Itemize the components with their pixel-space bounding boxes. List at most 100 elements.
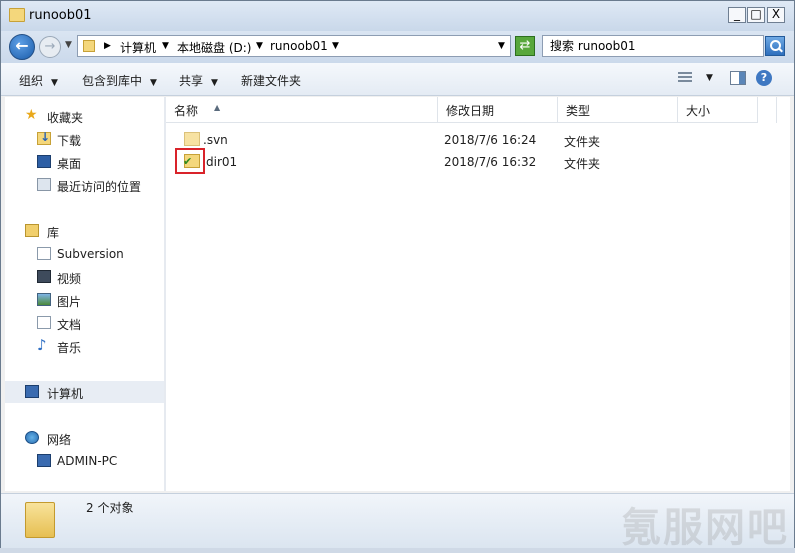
- nav-network-label: 网络: [47, 433, 72, 447]
- video-icon: [37, 270, 51, 283]
- nav-item-videos[interactable]: 视频: [5, 266, 164, 288]
- nav-item-label: 音乐: [57, 341, 82, 355]
- chevron-down-icon[interactable]: ▼: [256, 41, 263, 51]
- file-name: .svn: [203, 133, 228, 147]
- nav-favorites[interactable]: ★ 收藏夹: [5, 105, 164, 127]
- nav-computer-label: 计算机: [47, 387, 84, 401]
- library-icon: [25, 224, 39, 237]
- nav-item-label: 下载: [57, 134, 82, 148]
- nav-item-admin-pc[interactable]: ADMIN-PC: [5, 450, 164, 472]
- column-type-label: 类型: [566, 104, 591, 118]
- highlight-box: [175, 148, 205, 174]
- column-header-name[interactable]: 名称 ▲: [166, 97, 438, 123]
- column-date-label: 修改日期: [446, 104, 495, 118]
- recent-places-icon: [37, 178, 51, 191]
- star-icon: ★: [25, 107, 38, 123]
- column-header-size[interactable]: 大小: [678, 97, 758, 123]
- nav-item-label: 桌面: [57, 157, 82, 171]
- chevron-down-icon[interactable]: ▼: [706, 73, 713, 83]
- file-list: 名称 ▲ 修改日期 类型 大小 .svn 2018/7/6 16:24 文件夹 …: [166, 97, 790, 491]
- view-options-icon[interactable]: [678, 72, 692, 84]
- nav-item-label: 文档: [57, 318, 82, 332]
- include-in-library-label: 包含到库中: [82, 74, 143, 88]
- window-title: runoob01: [29, 8, 92, 23]
- preview-pane-button[interactable]: [730, 71, 746, 85]
- nav-item-downloads[interactable]: 下载: [5, 128, 164, 150]
- breadcrumb-folder[interactable]: runoob01: [270, 39, 328, 53]
- column-header-type[interactable]: 类型: [558, 97, 678, 123]
- close-button[interactable]: X: [767, 7, 785, 23]
- nav-item-subversion[interactable]: Subversion: [5, 243, 164, 265]
- nav-item-music[interactable]: ♪ 音乐: [5, 335, 164, 357]
- breadcrumb-computer[interactable]: 计算机: [120, 39, 156, 56]
- nav-network[interactable]: 网络: [5, 427, 164, 449]
- forward-button[interactable]: →: [39, 36, 61, 58]
- nav-item-label: 视频: [57, 272, 82, 286]
- computer-icon: [25, 385, 39, 398]
- address-bar[interactable]: ▶ 计算机 ▼ 本地磁盘 (D:) ▼ runoob01 ▼ ▼: [77, 35, 511, 57]
- breadcrumb-drive[interactable]: 本地磁盘 (D:): [177, 39, 251, 56]
- document-icon: [37, 316, 51, 329]
- column-size-label: 大小: [686, 104, 711, 118]
- nav-item-label: 图片: [57, 295, 82, 309]
- recent-pages-dropdown[interactable]: ▼: [65, 40, 72, 50]
- share-menu[interactable]: 共享 ▼: [179, 72, 218, 89]
- refresh-button[interactable]: ⇄: [515, 36, 535, 56]
- file-date: 2018/7/6 16:24: [444, 133, 537, 147]
- nav-item-documents[interactable]: 文档: [5, 312, 164, 334]
- new-folder-button[interactable]: 新建文件夹: [241, 72, 301, 89]
- file-type: 文件夹: [564, 157, 601, 171]
- search-input[interactable]: [550, 37, 760, 55]
- title-bar: runoob01 _ □ X: [1, 1, 794, 31]
- chevron-right-icon[interactable]: ▶: [104, 41, 111, 51]
- chevron-down-icon[interactable]: ▼: [332, 41, 339, 51]
- chevron-down-icon: ▼: [150, 78, 157, 88]
- nav-favorites-label: 收藏夹: [47, 111, 84, 125]
- file-date: 2018/7/6 16:32: [444, 155, 537, 169]
- search-box[interactable]: [542, 35, 764, 57]
- file-type: 文件夹: [564, 135, 601, 149]
- explorer-window: runoob01 _ □ X ← → ▼ ▶ 计算机 ▼ 本地磁盘 (D:) ▼…: [0, 0, 795, 551]
- share-label: 共享: [179, 74, 204, 88]
- watermark: 氪服网吧: [621, 505, 789, 551]
- file-row[interactable]: .svn 2018/7/6 16:24 文件夹: [166, 129, 776, 151]
- picture-icon: [37, 293, 51, 306]
- file-row[interactable]: dir01 2018/7/6 16:32 文件夹: [166, 151, 776, 173]
- chevron-down-icon: ▼: [51, 78, 58, 88]
- minimize-button[interactable]: _: [728, 7, 746, 23]
- nav-item-label: 最近访问的位置: [57, 180, 142, 194]
- help-button[interactable]: ?: [756, 70, 772, 86]
- column-name-label: 名称: [174, 104, 199, 118]
- organize-menu[interactable]: 组织 ▼: [19, 72, 58, 89]
- file-name: dir01: [206, 155, 238, 169]
- address-history-dropdown[interactable]: ▼: [498, 41, 505, 51]
- desktop-icon: [37, 155, 51, 168]
- maximize-button[interactable]: □: [747, 7, 765, 23]
- nav-item-desktop[interactable]: 桌面: [5, 151, 164, 173]
- music-note-icon: ♪: [37, 336, 47, 354]
- svn-folder-icon: [184, 132, 200, 146]
- document-library-icon: [37, 247, 51, 260]
- nav-computer[interactable]: 计算机: [5, 381, 164, 403]
- chevron-down-icon: ▼: [211, 78, 218, 88]
- address-row: ← → ▼ ▶ 计算机 ▼ 本地磁盘 (D:) ▼ runoob01 ▼ ▼ ⇄: [1, 31, 794, 63]
- sort-ascending-icon: ▲: [214, 103, 221, 112]
- search-button[interactable]: [765, 36, 785, 56]
- chevron-down-icon[interactable]: ▼: [162, 41, 169, 51]
- computer-icon: [37, 454, 51, 467]
- folder-icon: [25, 502, 55, 538]
- command-bar: 组织 ▼ 包含到库中 ▼ 共享 ▼ 新建文件夹 ▼ ?: [1, 63, 794, 96]
- network-icon: [25, 431, 39, 444]
- navigation-pane: ★ 收藏夹 下载 桌面 最近访问的位置 库 Subversion 视频: [5, 97, 164, 491]
- column-header-date[interactable]: 修改日期: [438, 97, 558, 123]
- nav-item-pictures[interactable]: 图片: [5, 289, 164, 311]
- scrollbar[interactable]: [776, 97, 790, 123]
- item-count: 2 个对象: [86, 501, 134, 515]
- nav-libraries-label: 库: [47, 226, 60, 240]
- include-in-library-menu[interactable]: 包含到库中 ▼: [82, 72, 157, 89]
- nav-libraries[interactable]: 库: [5, 220, 164, 242]
- folder-icon: [83, 40, 95, 52]
- folder-icon: [9, 8, 25, 22]
- nav-item-recent-places[interactable]: 最近访问的位置: [5, 174, 164, 196]
- back-button[interactable]: ←: [9, 34, 35, 60]
